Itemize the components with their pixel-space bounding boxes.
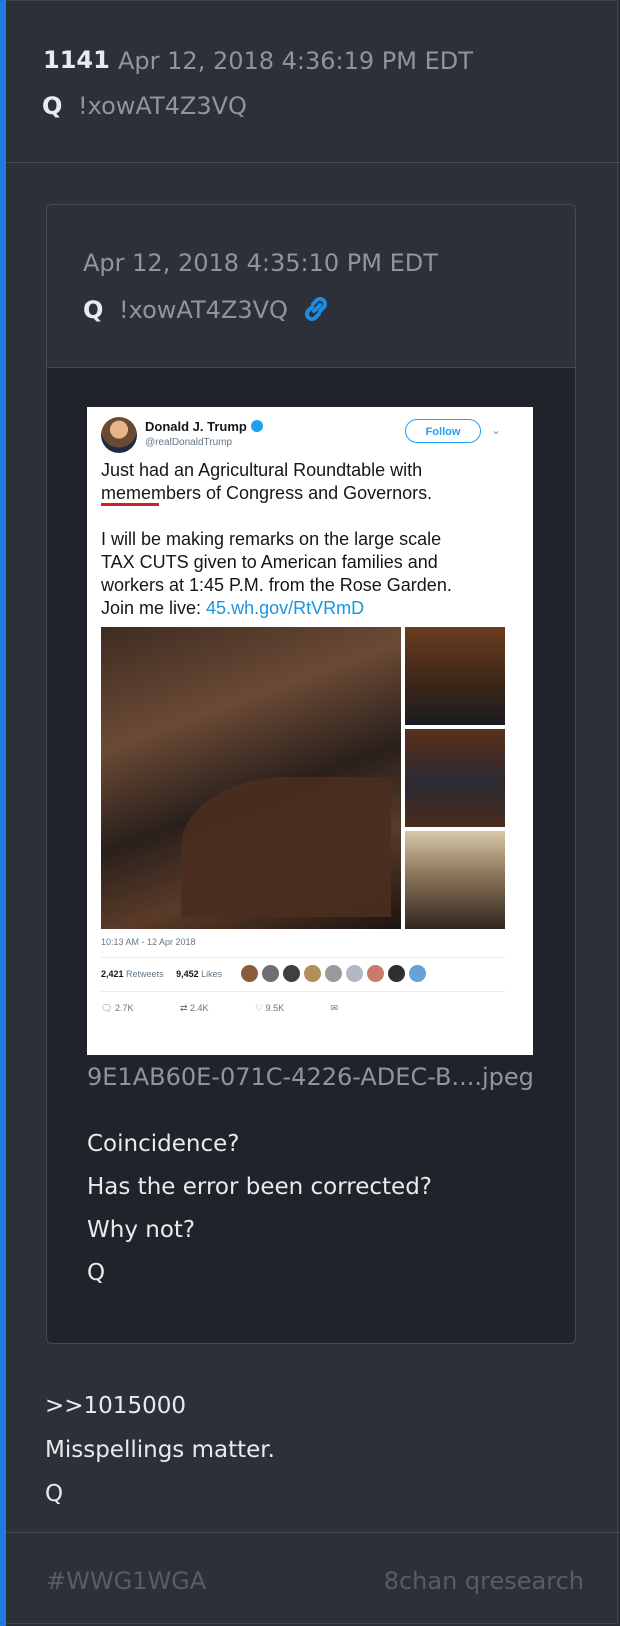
tweet-link: 45.wh.gov/RtVRmD	[206, 598, 365, 618]
hashtag[interactable]: #WWG1WGA	[46, 1567, 206, 1595]
reply-icon: 🗨 2.7K	[101, 1003, 134, 1013]
tweet-stats: 2,421 Retweets 9,452 Likes	[101, 969, 223, 979]
liker-avatars	[241, 965, 430, 983]
message-line: Has the error been corrected?	[87, 1174, 433, 1200]
tweet-screenshot-image[interactable]: Donald J. Trump @realDonaldTrump Follow …	[87, 407, 533, 1055]
verified-badge-icon	[250, 420, 263, 432]
tweet-photos	[101, 627, 505, 929]
post-timestamp: Apr 12, 2018 4:36:19 PM EDT	[118, 47, 473, 75]
quoted-author: Q	[83, 296, 104, 324]
tweet-time: 10:13 AM - 12 Apr 2018	[101, 937, 196, 947]
message-line: Q	[45, 1481, 64, 1507]
quoted-timestamp: Apr 12, 2018 4:35:10 PM EDT	[83, 249, 438, 277]
quoted-post-header: Apr 12, 2018 4:35:10 PM EDT Q !xowAT4Z3V…	[47, 205, 575, 368]
tweet-line: workers at 1:45 P.M. from the Rose Garde…	[101, 575, 452, 595]
image-filename[interactable]: 9E1AB60E-071C-4226-ADEC-B....jpeg	[87, 1063, 534, 1091]
message-line: Misspellings matter.	[45, 1437, 275, 1463]
tweet-text: Just had an Agricultural Roundtable with…	[101, 459, 521, 643]
tweet-line: Just had an Agricultural Roundtable with	[101, 460, 423, 480]
tweet-actions: 🗨 2.7K ⇄ 2.4K ♡ 9.5K ✉	[101, 1003, 360, 1014]
tweet-handle: @realDonaldTrump	[145, 437, 233, 448]
message-line: Q	[87, 1260, 106, 1286]
tweet-photo	[405, 729, 505, 827]
post-footer: #WWG1WGA 8chan qresearch	[6, 1532, 620, 1626]
tweet-line: memembers of Congress and Governors.	[101, 483, 433, 503]
tweet-line: TAX CUTS given to American families and	[101, 552, 438, 572]
tweet-line: Join me live:	[101, 598, 207, 618]
tweet-photo	[405, 627, 505, 725]
quoted-tripcode: !xowAT4Z3VQ	[119, 296, 288, 324]
tweet-line: I will be making remarks on the large sc…	[101, 529, 442, 549]
divider	[101, 991, 505, 992]
accent-bar	[0, 0, 6, 1626]
tweet-photo	[405, 831, 505, 929]
divider	[101, 957, 505, 958]
photo-table	[181, 777, 391, 917]
post-body: >>1015000 Misspellings matter. Q	[45, 1384, 275, 1516]
post-tripcode: !xowAT4Z3VQ	[78, 92, 247, 120]
post-reference-link[interactable]: >>1015000	[45, 1384, 275, 1428]
link-icon[interactable]	[300, 293, 332, 325]
quoted-message: Coincidence? Has the error been correcte…	[87, 1123, 432, 1295]
tweet-author-name: Donald J. Trump	[145, 419, 263, 434]
avatar	[101, 417, 137, 453]
message-line: Coincidence?	[87, 1131, 240, 1157]
chevron-down-icon: ⌄	[491, 423, 502, 437]
post-header: 1141 Apr 12, 2018 4:36:19 PM EDT Q !xowA…	[6, 0, 620, 163]
spellcheck-underline	[101, 503, 159, 506]
post-author: Q	[42, 92, 63, 120]
tweet-photo-main	[101, 627, 401, 929]
retweet-icon: ⇄ 2.4K	[179, 1003, 209, 1013]
post-number[interactable]: 1141	[43, 46, 110, 74]
source-label: 8chan qresearch	[383, 1567, 584, 1595]
quoted-post: Apr 12, 2018 4:35:10 PM EDT Q !xowAT4Z3V…	[46, 204, 576, 1344]
message-line: Why not?	[87, 1217, 196, 1243]
mail-icon: ✉	[330, 1003, 339, 1013]
heart-icon: ♡ 9.5K	[255, 1003, 285, 1013]
follow-button: Follow	[405, 419, 481, 443]
